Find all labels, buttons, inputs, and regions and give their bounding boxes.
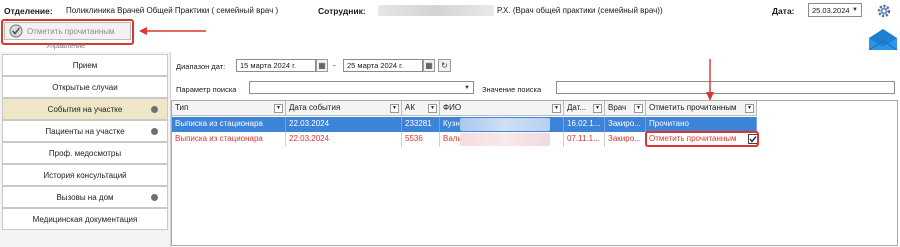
date-select[interactable]: 25.03.2024 ▼ bbox=[808, 3, 862, 17]
sidebar-item-area-patients[interactable]: Пациенты на участке bbox=[2, 120, 168, 142]
cell-type: Выписка из стационара bbox=[172, 132, 286, 147]
mark-read-button[interactable]: Отметить прочитанным bbox=[4, 22, 131, 40]
column-header-mark-read[interactable]: Отметить прочитанным ▼ bbox=[646, 101, 757, 116]
employee-label: Сотрудник: bbox=[318, 6, 366, 16]
cell-date-short: 16.02.1... bbox=[564, 117, 605, 132]
department-label: Отделение: bbox=[4, 6, 53, 16]
gear-icon[interactable] bbox=[876, 3, 892, 19]
date-range-label: Диапазон дат: bbox=[176, 62, 226, 71]
sidebar-item-open-cases[interactable]: Открытые случаи bbox=[2, 76, 168, 98]
cell-ak: 5536 bbox=[402, 132, 440, 147]
cell-doctor: Закиро... bbox=[605, 117, 646, 132]
mark-read-label: Отметить прочитанным bbox=[27, 26, 115, 36]
search-value-input[interactable] bbox=[556, 81, 895, 94]
search-param-select[interactable]: ▼ bbox=[249, 81, 474, 94]
sidebar-item-label: Открытые случаи bbox=[52, 82, 118, 92]
cell-event-date: 22.03.2024 bbox=[286, 117, 402, 132]
sidebar-item-area-events[interactable]: События на участке bbox=[2, 98, 168, 120]
sidebar-item-medical-docs[interactable]: Медицинская документация bbox=[2, 208, 168, 230]
annotation-arrow-down bbox=[706, 59, 714, 101]
employee-name-blurred bbox=[378, 5, 494, 16]
sidebar-item-label: Вызовы на дом bbox=[56, 192, 114, 202]
notification-dot-icon bbox=[151, 128, 158, 135]
column-header-doctor[interactable]: Врач ▼ bbox=[605, 101, 646, 116]
employee-value: Р.Х. (Врач общей практики (семейный врач… bbox=[497, 6, 663, 15]
date-from-input[interactable]: 15 марта 2024 г. bbox=[236, 59, 316, 72]
filter-icon[interactable]: ▼ bbox=[390, 104, 399, 113]
column-header-ak[interactable]: АК ▼ bbox=[402, 101, 440, 116]
sidebar-item-label: Проф. медосмотры bbox=[48, 148, 122, 158]
cell-event-date: 22.03.2024 bbox=[286, 132, 402, 147]
filter-icon[interactable]: ▼ bbox=[552, 104, 561, 113]
calendar-to-icon[interactable]: ▦ bbox=[423, 59, 435, 72]
chevron-down-icon: ▼ bbox=[852, 7, 858, 13]
department-value: Поликлиника Врачей Общей Практики ( семе… bbox=[66, 6, 279, 15]
date-value: 25.03.2024 bbox=[812, 5, 850, 15]
patient-name-blurred bbox=[460, 133, 550, 146]
sidebar-item-home-calls[interactable]: Вызовы на дом bbox=[2, 186, 168, 208]
date-range-separator: - bbox=[333, 61, 336, 70]
date-label: Дата: bbox=[772, 6, 795, 16]
notification-dot-icon bbox=[151, 194, 158, 201]
sidebar-item-label: События на участке bbox=[47, 104, 123, 114]
column-header-type[interactable]: Тип ▼ bbox=[172, 101, 286, 116]
events-table: Тип ▼ Дата события ▼ АК ▼ ФИО ▼ Дат... ▼… bbox=[171, 100, 898, 246]
cell-ak: 233281 bbox=[402, 117, 440, 132]
column-header-date-short[interactable]: Дат... ▼ bbox=[564, 101, 605, 116]
filter-icon[interactable]: ▼ bbox=[745, 104, 754, 113]
calendar-from-icon[interactable]: ▦ bbox=[316, 59, 328, 72]
sidebar-item-label: Медицинская документация bbox=[32, 214, 138, 224]
sidebar-item-label: Пациенты на участке bbox=[45, 126, 125, 136]
annotation-box-mark-cell bbox=[645, 131, 759, 147]
filter-icon[interactable]: ▼ bbox=[634, 104, 643, 113]
mail-icon[interactable] bbox=[868, 27, 898, 51]
filter-icon[interactable]: ▼ bbox=[593, 104, 602, 113]
cell-date-short: 07.11.1... bbox=[564, 132, 605, 147]
sidebar-item-reception[interactable]: Прием bbox=[2, 54, 168, 76]
refresh-icon[interactable]: ↻ bbox=[438, 59, 451, 72]
sidebar-item-checkups[interactable]: Проф. медосмотры bbox=[2, 142, 168, 164]
notification-dot-icon bbox=[151, 106, 158, 113]
patient-name-blurred bbox=[460, 118, 550, 131]
sidebar-item-label: Прием bbox=[72, 60, 98, 70]
annotation-arrow-left bbox=[139, 27, 206, 35]
column-header-event-date[interactable]: Дата события ▼ bbox=[286, 101, 402, 116]
cell-type: Выписка из стационара bbox=[172, 117, 286, 132]
check-circle-icon bbox=[9, 24, 23, 38]
filter-icon[interactable]: ▼ bbox=[428, 104, 437, 113]
sidebar-item-consult-history[interactable]: История консультаций bbox=[2, 164, 168, 186]
cell-mark-read[interactable]: Прочитано bbox=[646, 117, 757, 132]
search-value-label: Значение поиска bbox=[482, 85, 542, 94]
column-header-fio[interactable]: ФИО ▼ bbox=[440, 101, 564, 116]
section-caption: Управление bbox=[46, 43, 85, 50]
sidebar-item-label: История консультаций bbox=[43, 170, 127, 180]
chevron-down-icon: ▼ bbox=[464, 84, 470, 91]
search-param-label: Параметр поиска bbox=[176, 85, 237, 94]
date-to-input[interactable]: 25 марта 2024 г. bbox=[343, 59, 423, 72]
filter-icon[interactable]: ▼ bbox=[274, 104, 283, 113]
cell-doctor: Закиро... bbox=[605, 132, 646, 147]
